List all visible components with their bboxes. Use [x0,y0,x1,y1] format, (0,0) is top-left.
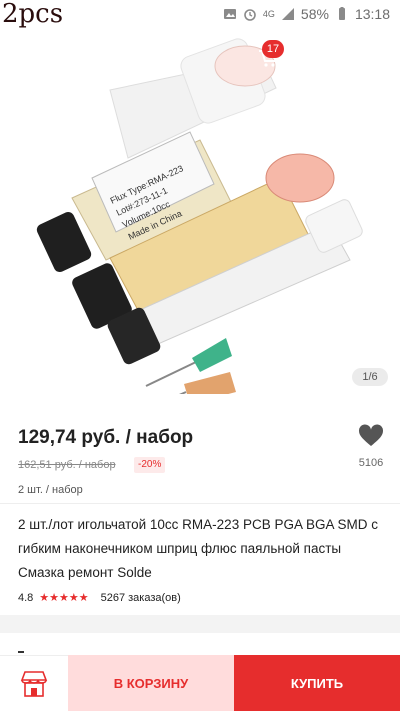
price: 129,74 руб. / набор [18,427,194,448]
overlay-label: 2pcs [2,0,64,29]
buy-now-button[interactable]: КУПИТЬ [234,655,400,711]
top-bar [0,28,400,88]
rating-value: 4.8 [18,591,34,604]
back-button[interactable] [12,40,48,76]
old-price: 162,51 руб. / набор [18,459,116,471]
orders-count: 5267 заказа(ов) [100,591,181,604]
status-bar: 2pcs 4G 58% 13:18 [0,0,400,28]
battery-icon [338,7,345,20]
rating-stars: ★★★★★ [39,592,89,604]
divider [0,503,400,504]
store-button[interactable] [0,655,68,711]
more-vert-icon [366,49,370,67]
battery-percent: 58% [300,6,329,22]
picture-icon [223,9,236,19]
heart-icon [358,424,384,446]
discount-badge: -20% [134,457,166,473]
network-type: 4G [262,9,275,19]
bottom-action-bar: В КОРЗИНУ КУПИТЬ [0,655,400,711]
store-icon [20,670,48,697]
alarm-icon [244,9,256,21]
add-to-cart-button[interactable]: В КОРЗИНУ [68,655,234,711]
wishlist-button[interactable] [358,424,384,448]
rating-row[interactable]: 4.8 ★★★★★ 5267 заказа(ов) [18,591,181,605]
section-peek [18,651,24,653]
product-title[interactable]: 2 шт./лот игольчатой 10cc RMA-223 PCB PG… [18,513,386,585]
signal-icon [281,8,294,20]
unit-info: 2 шт. / набор [18,484,83,496]
arrow-left-icon [20,50,38,66]
gallery-page-indicator: 1/6 [352,368,388,386]
share-icon [311,48,329,68]
clock: 13:18 [354,6,390,22]
section-separator [0,615,400,633]
status-icons: 4G 58% 13:18 [223,6,390,22]
wishlist-count: 5106 [358,457,384,469]
more-options-button[interactable] [350,40,386,76]
share-button[interactable] [302,40,338,76]
cart-count-badge: 17 [262,40,284,58]
